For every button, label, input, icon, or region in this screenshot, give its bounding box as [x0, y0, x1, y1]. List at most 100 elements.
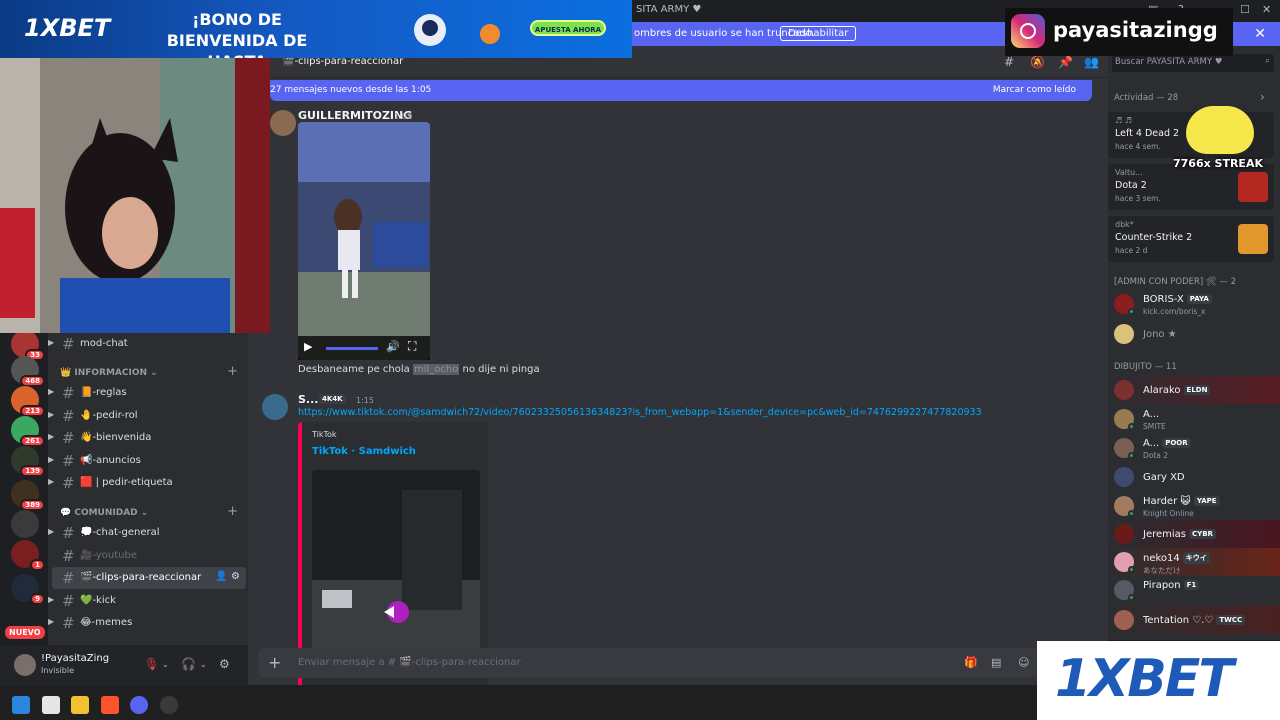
streak-overlay: 7766x STREAK	[1172, 100, 1268, 174]
add-attachment-icon[interactable]: +	[268, 653, 281, 672]
channel-chat-general[interactable]: ▶ # 💭-chat-general	[48, 522, 248, 544]
headphones-icon[interactable]: 🎧	[181, 657, 196, 671]
member-row[interactable]: Jeremias CYBR	[1108, 520, 1280, 548]
spoiler-text[interactable]: mil_ocho	[412, 364, 460, 375]
close-icon[interactable]: ✕	[1254, 26, 1266, 42]
tiktok-link[interactable]: https://www.tiktok.com/@samdwich72/video…	[298, 407, 982, 418]
message-input[interactable]: Enviar mensaje a # 🎬-clips-para-reaccion…	[298, 657, 521, 668]
video-progress[interactable]	[326, 347, 378, 350]
channel-anuncios[interactable]: ▶ # 📢-anuncios	[48, 450, 248, 472]
mark-read-button[interactable]: Marcar como leído	[993, 85, 1076, 95]
server-icon[interactable]: 213	[11, 386, 45, 417]
gift-icon[interactable]: 🎁	[964, 656, 978, 669]
embed-thumbnail[interactable]	[312, 470, 480, 650]
maximize-button[interactable]: ☐	[1240, 3, 1250, 16]
mascot-icon	[1186, 106, 1254, 154]
instagram-icon	[1011, 14, 1045, 48]
member-row[interactable]: A... POOR Dota 2	[1108, 434, 1280, 462]
new-badge[interactable]: NUEVO	[5, 626, 45, 639]
member-row[interactable]: Jono ★	[1108, 320, 1280, 348]
avatar[interactable]	[14, 654, 36, 676]
member-row[interactable]: Alarako ELDN	[1108, 376, 1280, 404]
channel-memes[interactable]: ▶ # 😂-memes	[48, 612, 248, 634]
mic-muted-icon[interactable]: 🎙	[144, 657, 159, 671]
channel-clips-para-reaccionar[interactable]: # 🎬-clips-para-reaccionar 👤 ⚙	[52, 567, 246, 589]
bottom-ad-banner[interactable]: 1XBET	[1037, 641, 1280, 720]
chevron-down-icon[interactable]: ⌄	[200, 660, 207, 669]
channel-youtube[interactable]: # 🎥-youtube	[48, 545, 248, 567]
taskbar	[0, 690, 1037, 720]
close-window-button[interactable]: ✕	[1262, 3, 1271, 16]
video-attachment[interactable]	[298, 122, 430, 360]
top-ad-banner[interactable]: 1XBET ¡BONO DE BIENVENIDA DE HASTA APUES…	[0, 0, 632, 71]
server-icon[interactable]: 468	[11, 356, 45, 387]
channel-sidebar: ▶ # mod-chat 👑 INFORMACION ⌄ + ▶ # 📙-regla…	[48, 330, 248, 645]
activity-card[interactable]: dbk* Counter-Strike 2 hace 2 d	[1108, 216, 1274, 262]
disable-button[interactable]: Deshabilitar	[780, 26, 857, 41]
embed-provider: TikTok	[312, 430, 337, 439]
member-row[interactable]: BORIS-X PAYA kick.com/boris_x	[1108, 290, 1280, 318]
server-icon[interactable]: 261	[11, 416, 45, 447]
windows-start-icon[interactable]	[12, 696, 30, 714]
link-embed: TikTok TikTok · Samdwich	[298, 422, 488, 685]
chevron-right-icon: ▶	[48, 338, 55, 347]
server-icon[interactable]	[11, 510, 39, 538]
notification-icon[interactable]: 🔕	[1030, 55, 1045, 69]
member-row[interactable]: A... SMITE	[1108, 405, 1280, 433]
pin-icon[interactable]: 📌	[1058, 55, 1073, 69]
ad-illustration	[414, 14, 500, 46]
message-time: 1:15	[356, 396, 374, 405]
channel-pedir-rol[interactable]: ▶ # 🤚-pedir-rol	[48, 405, 248, 427]
server-icon[interactable]: 389	[11, 480, 45, 511]
activity-header: Actividad — 28	[1114, 93, 1179, 103]
channel-reglas[interactable]: ▶ # 📙-reglas	[48, 382, 248, 404]
video-frame	[298, 122, 430, 360]
brave-browser-icon[interactable]	[101, 696, 119, 714]
new-messages-bar[interactable]: 27 mensajes nuevos desde las 1:05 Marcar…	[270, 80, 1092, 101]
add-channel-icon[interactable]: +	[227, 504, 238, 519]
channel-mod-chat[interactable]: ▶ # mod-chat	[48, 333, 248, 355]
server-icon[interactable]: 9	[11, 574, 45, 605]
new-messages-text: 27 mensajes nuevos desde las 1:05	[270, 85, 432, 95]
avatar[interactable]	[262, 394, 288, 420]
message-author[interactable]: S...	[298, 393, 318, 406]
task-view-icon[interactable]	[42, 696, 60, 714]
server-icon[interactable]: 33	[11, 330, 45, 361]
gif-icon[interactable]: ▤	[991, 656, 1001, 669]
server-tag: 4K4K	[319, 394, 346, 404]
instagram-overlay: payasitazingg	[1005, 8, 1233, 56]
file-explorer-icon[interactable]	[71, 696, 89, 714]
threads-icon[interactable]: #	[1004, 55, 1014, 69]
server-icon[interactable]: 139	[11, 446, 45, 477]
member-row[interactable]: Harder 😺 YAPE Knight Online	[1108, 492, 1280, 520]
streak-text: 7766x STREAK	[1173, 157, 1263, 170]
category-informacion[interactable]: 👑 INFORMACION ⌄	[60, 368, 158, 378]
ad-cta-button[interactable]: APUESTA AHORA	[530, 20, 606, 36]
member-row[interactable]: neko14 キウイ あなただけ	[1108, 548, 1280, 576]
add-channel-icon[interactable]: +	[227, 364, 238, 379]
member-row[interactable]: Gary XD	[1108, 463, 1280, 491]
channel-pedir-etiqueta[interactable]: ▶ # 🟥 | pedir-etiqueta	[48, 472, 248, 494]
invite-settings-icons[interactable]: 👤 ⚙	[215, 571, 240, 582]
chevron-down-icon[interactable]: ⌄	[162, 660, 169, 669]
sticker-icon[interactable]: ☺	[1018, 656, 1029, 669]
member-row[interactable]: Tentation ♡.♡ TWCC	[1108, 606, 1280, 634]
volume-icon[interactable]: 🔊	[386, 340, 400, 353]
server-icon[interactable]: 1	[11, 540, 45, 571]
member-row[interactable]: Pirapon F1	[1108, 576, 1280, 604]
members-icon[interactable]: 👥	[1084, 55, 1099, 69]
play-icon[interactable]: ▶	[304, 340, 312, 353]
fullscreen-icon[interactable]: ⛶	[408, 339, 416, 354]
channel-kick[interactable]: ▶ # 💚-kick	[48, 590, 248, 612]
discord-icon[interactable]	[130, 696, 148, 714]
category-comunidad[interactable]: 💬 COMUNIDAD ⌄	[60, 508, 148, 518]
message-composer[interactable]: + Enviar mensaje a # 🎬-clips-para-reacci…	[258, 648, 1038, 678]
obs-icon[interactable]	[160, 696, 178, 714]
webcam-feed	[0, 58, 270, 333]
channel-bienvenida[interactable]: ▶ # 👋-bienvenida	[48, 427, 248, 449]
avatar[interactable]	[270, 110, 296, 136]
search-input[interactable]: Buscar PAYASITA ARMY ♥ ⌕	[1112, 54, 1274, 72]
settings-icon[interactable]: ⚙	[219, 657, 230, 671]
user-status: Invisible	[41, 666, 74, 675]
embed-title[interactable]: TikTok · Samdwich	[312, 446, 416, 457]
